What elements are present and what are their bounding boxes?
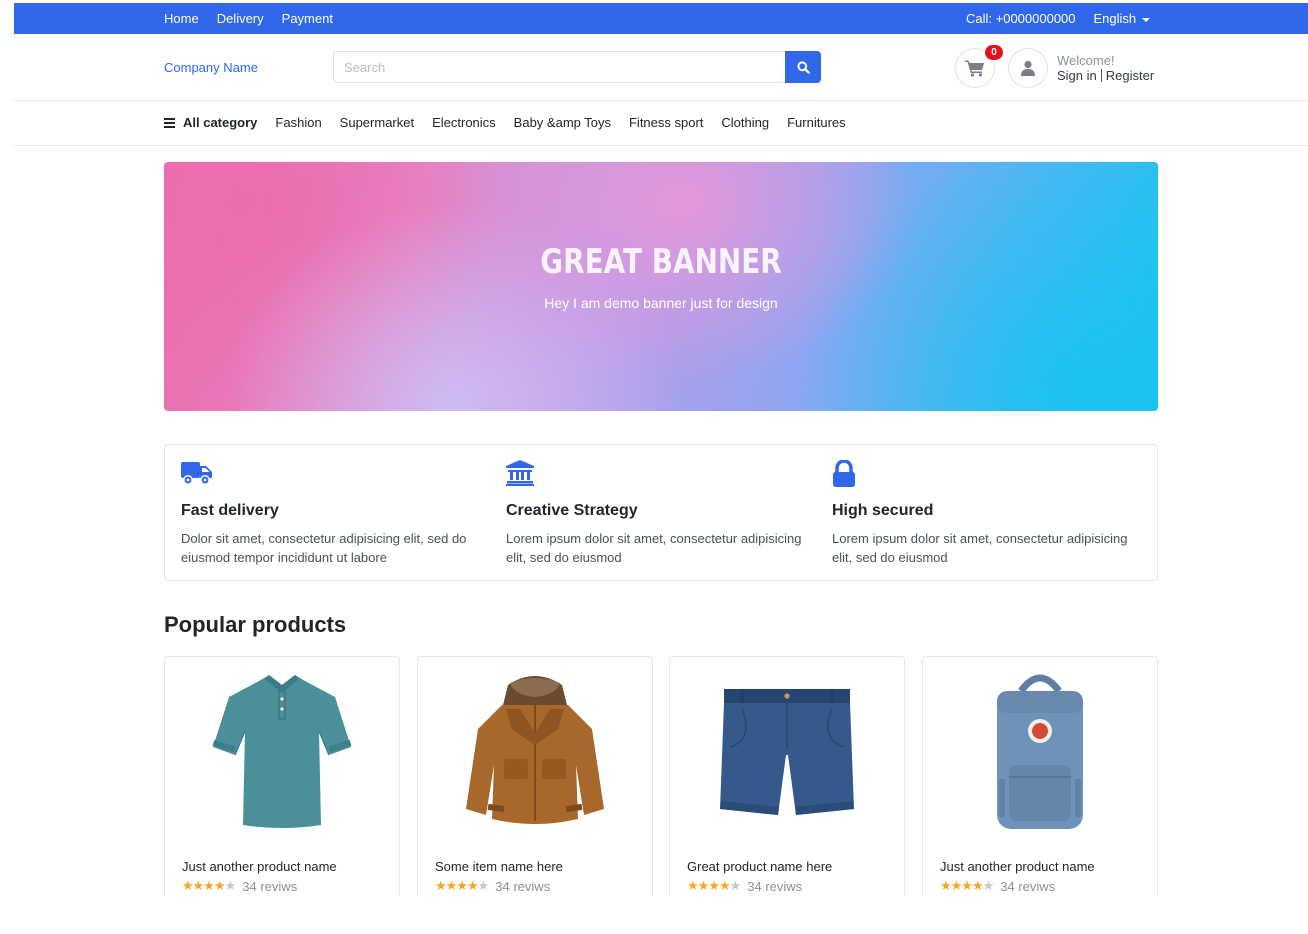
- denim-shorts-icon: [720, 688, 854, 815]
- product-image: [165, 665, 399, 837]
- polo-shirt-icon: [212, 674, 352, 828]
- all-category-label: All category: [183, 115, 258, 130]
- review-count: 34 reviws: [747, 878, 803, 894]
- top-nav-home[interactable]: Home: [164, 11, 199, 26]
- product-card[interactable]: Just another product name ★★★★★ 34 reviw…: [164, 656, 400, 896]
- sign-in-link[interactable]: Sign in: [1057, 68, 1097, 83]
- page: Home Delivery Payment Call: +0000000000 …: [14, 3, 1308, 896]
- category-fitness-sport[interactable]: Fitness sport: [629, 115, 703, 130]
- header: Company Name 0 Welcome! Sign in Register: [14, 34, 1308, 101]
- category-supermarket[interactable]: Supermarket: [340, 115, 414, 130]
- product-image: [418, 665, 652, 837]
- feature-text: Lorem ipsum dolor sit amet, consectetur …: [832, 531, 1128, 565]
- language-dropdown[interactable]: English: [1094, 11, 1151, 26]
- star-rating-icon: ★★★★★: [435, 878, 489, 893]
- welcome-text: Welcome!: [1057, 53, 1115, 68]
- feature-title: Fast delivery: [181, 502, 279, 519]
- product-card[interactable]: Some item name here ★★★★★ 34 reviws: [417, 656, 653, 896]
- category-furnitures[interactable]: Furnitures: [787, 115, 846, 130]
- review-count: 34 reviws: [242, 878, 298, 894]
- product-name: Great product name here: [687, 859, 833, 874]
- auth-links: Sign in Register: [1057, 68, 1154, 83]
- features-box: Fast delivery Dolor sit amet, consectetu…: [164, 444, 1158, 581]
- lock-icon: [833, 459, 855, 487]
- call-link[interactable]: Call: +0000000000: [966, 11, 1076, 26]
- top-nav-payment[interactable]: Payment: [282, 11, 333, 26]
- hero-banner: GREAT BANNER Hey I am demo banner just f…: [164, 162, 1158, 411]
- jacket-icon: [466, 675, 604, 824]
- product-rating: ★★★★★ 34 reviws: [940, 878, 1055, 894]
- category-baby-toys[interactable]: Baby &amp Toys: [514, 115, 611, 130]
- top-nav-right: Call: +0000000000 English: [966, 11, 1151, 26]
- feature-title: Creative Strategy: [506, 502, 638, 519]
- category-electronics[interactable]: Electronics: [432, 115, 496, 130]
- search-button[interactable]: [785, 51, 821, 83]
- feature-icon-wrap: [181, 460, 491, 490]
- top-nav-delivery[interactable]: Delivery: [217, 11, 264, 26]
- cart-icon: [965, 60, 984, 77]
- banner-title: GREAT BANNER: [540, 242, 782, 282]
- product-rating: ★★★★★ 34 reviws: [435, 878, 550, 894]
- feature-high-secured: High secured Lorem ipsum dolor sit amet,…: [832, 459, 1142, 567]
- category-nav: All category Fashion Supermarket Electro…: [14, 101, 1308, 146]
- account-links: Welcome! Sign in Register: [1057, 53, 1154, 83]
- star-rating-icon: ★★★★★: [940, 878, 994, 893]
- category-fashion[interactable]: Fashion: [275, 115, 321, 130]
- product-rating: ★★★★★ 34 reviws: [182, 878, 297, 894]
- language-label: English: [1093, 11, 1137, 26]
- product-card[interactable]: Just another product name ★★★★★ 34 reviw…: [922, 656, 1158, 896]
- user-button[interactable]: [1008, 48, 1048, 88]
- product-name: Just another product name: [182, 859, 337, 874]
- search-input[interactable]: [333, 51, 785, 83]
- feature-text: Dolor sit amet, consectetur adipisicing …: [181, 531, 467, 565]
- all-category-button[interactable]: All category: [164, 115, 257, 130]
- top-bar: Home Delivery Payment Call: +0000000000 …: [14, 3, 1308, 34]
- divider: [1100, 69, 1102, 82]
- review-count: 34 reviws: [495, 878, 551, 894]
- star-rating-icon: ★★★★★: [182, 878, 236, 893]
- user-icon: [1021, 60, 1035, 76]
- landmark-icon: [506, 460, 534, 486]
- product-name: Some item name here: [435, 859, 563, 874]
- feature-icon-wrap: [832, 459, 1142, 490]
- banner-subtitle: Hey I am demo banner just for design: [544, 295, 778, 311]
- menu-icon: [164, 116, 175, 130]
- product-grid: Just another product name ★★★★★ 34 reviw…: [164, 656, 1158, 896]
- category-clothing[interactable]: Clothing: [721, 115, 769, 130]
- product-name: Just another product name: [940, 859, 1095, 874]
- product-image: [923, 665, 1157, 837]
- review-count: 34 reviws: [1000, 878, 1056, 894]
- caret-down-icon: [1142, 17, 1151, 22]
- register-link[interactable]: Register: [1106, 68, 1154, 83]
- section-title: Popular products: [164, 612, 347, 637]
- product-card[interactable]: Great product name here ★★★★★ 34 reviws: [669, 656, 905, 896]
- feature-title: High secured: [832, 502, 934, 519]
- feature-text: Lorem ipsum dolor sit amet, consectetur …: [506, 531, 802, 565]
- brand-logo[interactable]: Company Name: [164, 60, 258, 75]
- top-nav: Home Delivery Payment: [164, 11, 333, 26]
- search-icon: [796, 60, 810, 74]
- feature-fast-delivery: Fast delivery Dolor sit amet, consectetu…: [181, 460, 491, 567]
- star-rating-icon: ★★★★★: [687, 878, 741, 893]
- feature-icon-wrap: [506, 460, 816, 490]
- truck-icon: [181, 462, 212, 485]
- backpack-icon: [997, 674, 1083, 829]
- feature-creative-strategy: Creative Strategy Lorem ipsum dolor sit …: [506, 460, 816, 567]
- category-list: All category Fashion Supermarket Electro…: [164, 115, 846, 130]
- cart-count-badge: 0: [985, 45, 1003, 60]
- product-rating: ★★★★★ 34 reviws: [687, 878, 802, 894]
- search-form: [333, 51, 821, 83]
- product-image: [670, 665, 904, 837]
